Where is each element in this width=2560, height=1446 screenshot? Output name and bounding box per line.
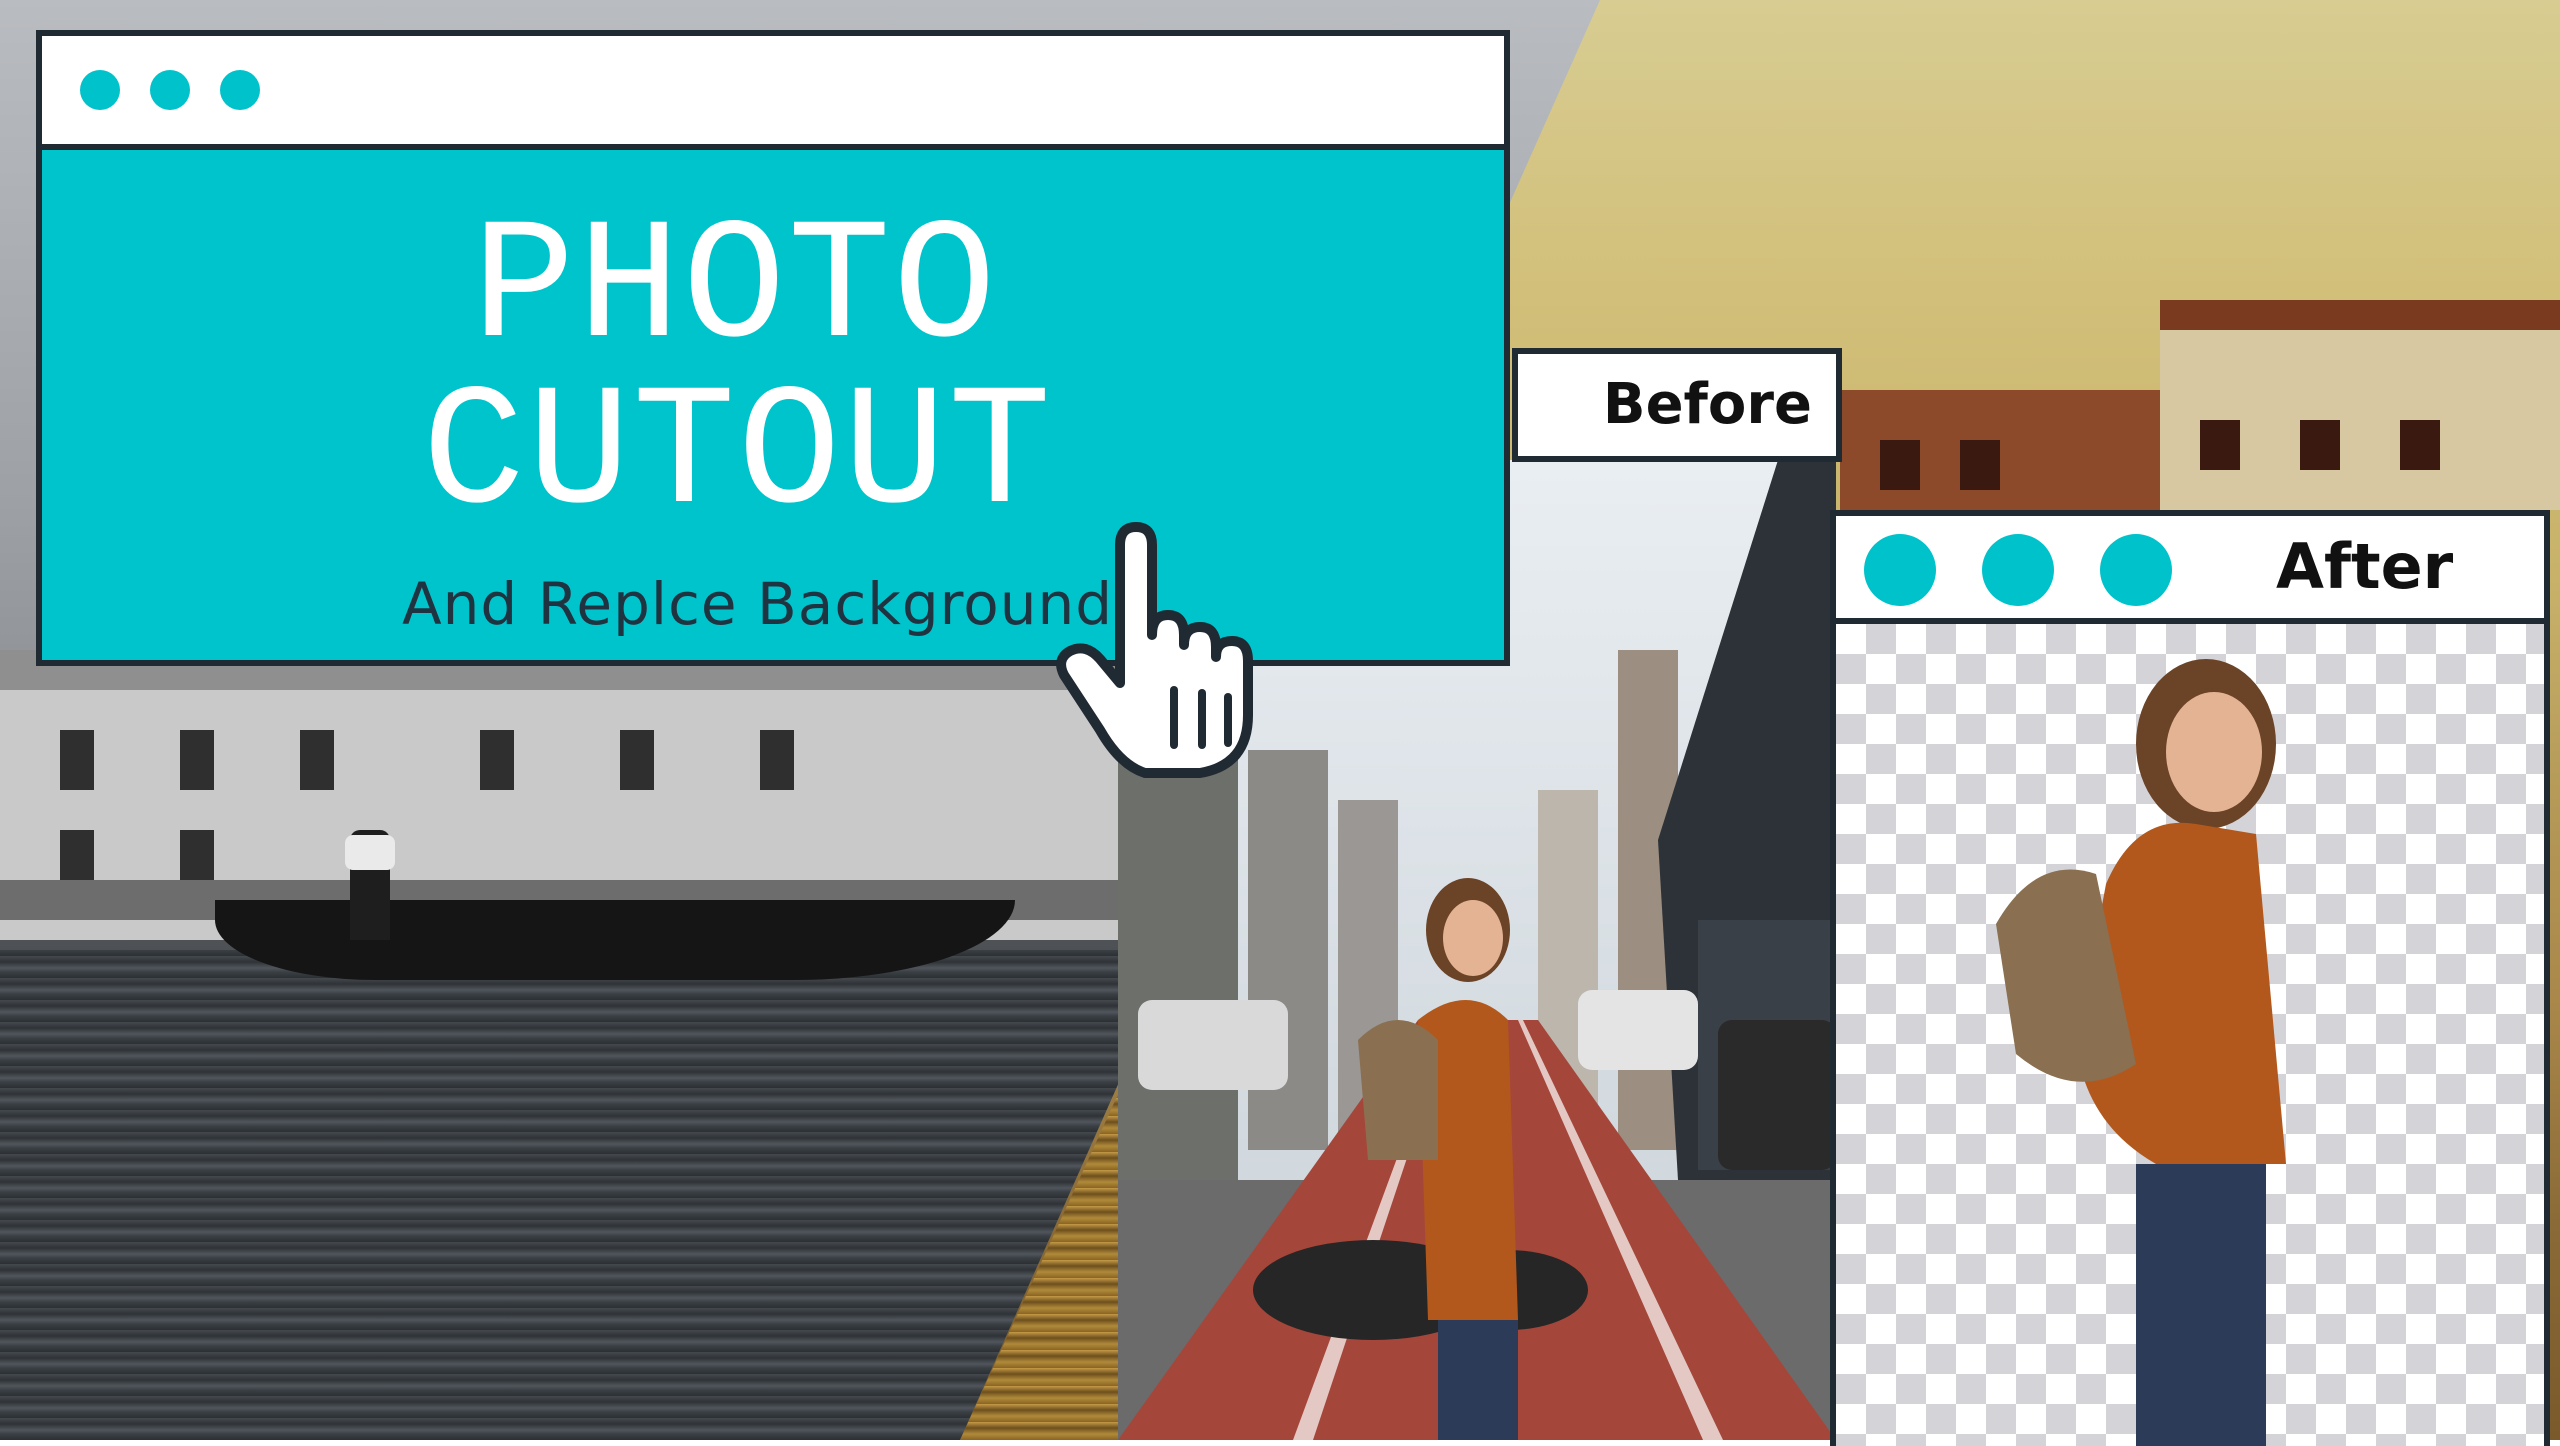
title-window-bar	[36, 30, 1510, 150]
window-dot-icon	[80, 70, 120, 110]
building-window	[620, 730, 654, 790]
window-dot-icon	[150, 70, 190, 110]
sepia-window	[2400, 420, 2440, 470]
window-dot-icon	[1864, 534, 1936, 606]
building-window	[180, 730, 214, 790]
title-line-1: PHOTO	[472, 192, 999, 387]
title-window: PHOTO CUTOUT And Replce Background	[36, 30, 1510, 666]
sepia-window	[2200, 420, 2240, 470]
after-window-bar: After	[1830, 510, 2550, 624]
gondolier-shirt	[345, 835, 395, 870]
building-window	[300, 730, 334, 790]
after-photo-transparent	[1830, 618, 2550, 1446]
window-dot-icon	[1982, 534, 2054, 606]
building-window	[760, 730, 794, 790]
canal-water	[0, 950, 1150, 1440]
sepia-window	[2300, 420, 2340, 470]
after-label: After	[2276, 530, 2454, 603]
hand-pointer-cursor-icon	[1050, 515, 1260, 780]
building-window	[480, 730, 514, 790]
gondola	[215, 900, 1015, 980]
building-window	[60, 730, 94, 790]
title-window-body: PHOTO CUTOUT And Replce Background	[36, 144, 1510, 666]
cutout-person	[1996, 659, 2286, 1446]
sepia-window	[1960, 440, 2000, 490]
subtitle: And Replce Background	[402, 570, 1114, 638]
window-dot-icon	[220, 70, 260, 110]
window-dot-icon	[2100, 534, 2172, 606]
